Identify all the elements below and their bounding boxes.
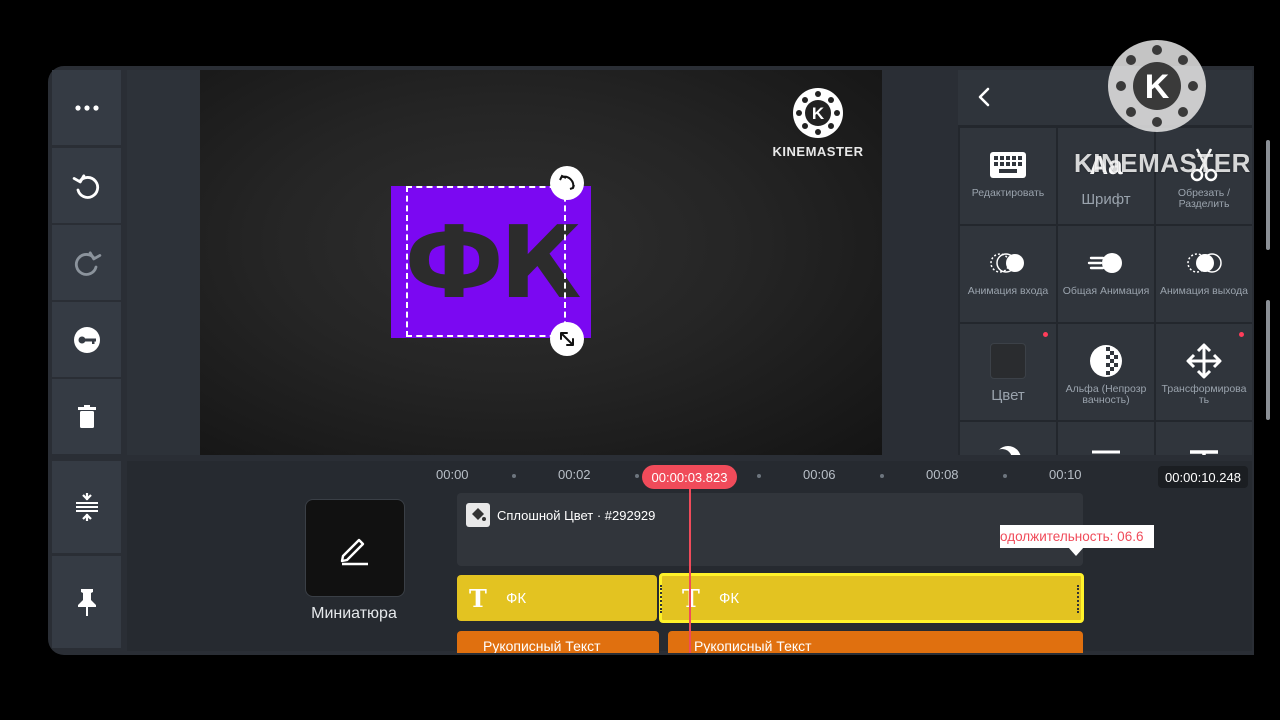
trim-split-label: Обрезать / Разделить xyxy=(1177,187,1231,210)
ruler-dot xyxy=(512,474,516,478)
keyboard-icon xyxy=(990,152,1026,178)
out-animation-icon xyxy=(1187,253,1222,273)
delete-button[interactable] xyxy=(52,379,121,454)
transform-option-label: Трансформирова ть xyxy=(1161,383,1247,406)
tooltip-tail xyxy=(1068,547,1084,556)
out-animation-label: Анимация выхода xyxy=(1159,285,1249,297)
solid-color-label: Сплошной Цвет · #292929 xyxy=(497,508,656,523)
ruler-dot xyxy=(880,474,884,478)
in-animation-label: Анимация входа xyxy=(967,285,1049,297)
overall-animation-option[interactable]: Общая Анимация xyxy=(1058,226,1154,322)
selection-box[interactable] xyxy=(406,186,566,337)
pencil-icon xyxy=(340,538,368,566)
clip-trim-handle-right[interactable] xyxy=(1077,585,1083,613)
edit-option-label: Редактировать xyxy=(971,187,1045,199)
rotate-icon xyxy=(559,174,575,190)
pin-icon xyxy=(77,589,96,616)
text-clip[interactable]: T ФК xyxy=(457,575,657,621)
keyframe-button[interactable] xyxy=(52,302,121,377)
watermark-logo-icon: K xyxy=(1108,40,1206,132)
expand-vertical-icon xyxy=(75,493,98,521)
chevron-left-icon xyxy=(978,87,990,107)
edit-option[interactable]: Редактировать xyxy=(960,128,1056,224)
scrollbar[interactable] xyxy=(1266,300,1270,420)
ruler-tick-label: 00:10 xyxy=(1049,467,1082,482)
panel-header xyxy=(958,70,1252,125)
overall-animation-label: Общая Анимация xyxy=(1062,285,1150,297)
text-format-icon xyxy=(1190,450,1218,455)
trash-icon xyxy=(77,404,96,428)
key-icon xyxy=(73,326,100,353)
text-clip-icon: T xyxy=(469,583,487,613)
transform-indicator-dot xyxy=(1239,332,1244,337)
color-option[interactable]: Цвет xyxy=(960,324,1056,420)
logo-letter: K xyxy=(812,104,825,123)
panel-option-row4-3[interactable] xyxy=(1156,422,1252,455)
watermark-letter: K xyxy=(1145,68,1170,106)
watermark-text: KINEMASTER xyxy=(1074,148,1251,178)
scrollbar[interactable] xyxy=(1266,140,1270,250)
transform-option[interactable]: Трансформирова ть xyxy=(1156,324,1252,420)
redo-icon xyxy=(74,250,101,276)
ruler-dot xyxy=(635,474,639,478)
resize-handle[interactable] xyxy=(550,322,584,356)
playhead-line[interactable] xyxy=(689,488,691,653)
watermark-small-text: KINEMASTER xyxy=(772,144,864,159)
total-duration: 00:00:10.248 xyxy=(1158,466,1248,488)
clip-trim-handle-left[interactable] xyxy=(660,585,666,613)
shadow-icon xyxy=(993,446,1021,455)
paint-bucket-icon xyxy=(466,503,490,527)
thumbnail-button[interactable] xyxy=(305,499,405,597)
align-icon xyxy=(1092,450,1120,454)
ruler-tick-label: 00:06 xyxy=(803,467,836,482)
text-clip-icon: T xyxy=(682,584,714,613)
color-swatch-icon xyxy=(990,343,1026,379)
more-icon xyxy=(74,104,99,111)
alpha-icon xyxy=(1090,345,1122,377)
ruler-tick-label: 00:08 xyxy=(926,467,959,482)
out-animation-option[interactable]: Анимация выхода xyxy=(1156,226,1252,322)
timeline-layout-button[interactable] xyxy=(52,461,121,553)
undo-icon xyxy=(72,173,99,199)
ruler-tick-label: 00:00 xyxy=(436,467,469,482)
solid-color-track[interactable] xyxy=(457,493,1083,566)
pin-button[interactable] xyxy=(52,556,121,648)
kinemaster-logo-icon: K xyxy=(793,88,843,138)
in-animation-icon xyxy=(990,253,1024,273)
handwriting-clip[interactable]: Рукописный Текст xyxy=(668,631,1083,653)
thumbnail-label: Миниатюра xyxy=(311,605,397,622)
text-clip-label: ФК xyxy=(506,589,527,607)
ruler-tick-label: 00:02 xyxy=(558,467,591,482)
ruler-dot xyxy=(1003,474,1007,478)
overall-animation-icon xyxy=(1087,253,1122,273)
panel-option-row4-2[interactable] xyxy=(1058,422,1154,455)
watermark-small: K KINEMASTER xyxy=(768,88,868,159)
handwriting-clip[interactable]: Рукописный Текст xyxy=(457,631,659,653)
more-options-button[interactable] xyxy=(52,70,121,145)
text-clip-selected[interactable]: T ФК xyxy=(659,573,1084,623)
resize-icon xyxy=(560,332,574,346)
duration-tooltip: одолжительность: 06.6 xyxy=(1000,525,1154,548)
color-indicator-dot xyxy=(1043,332,1048,337)
alpha-option[interactable]: Альфа (Непрозр вачность) xyxy=(1058,324,1154,420)
ruler-dot xyxy=(757,474,761,478)
redo-button[interactable] xyxy=(52,225,121,300)
color-option-label: Цвет xyxy=(991,387,1025,404)
transform-icon xyxy=(1186,343,1222,379)
font-option-label: Шрифт xyxy=(1081,191,1131,208)
rotate-handle[interactable] xyxy=(550,166,584,200)
text-clip-label: ФК xyxy=(719,589,740,607)
playhead-time[interactable]: 00:00:03.823 xyxy=(642,465,737,489)
in-animation-option[interactable]: Анимация входа xyxy=(960,226,1056,322)
panel-option-row4-1[interactable] xyxy=(960,422,1056,455)
text-options-panel: Редактировать Aa Шрифт Обрезать / Раздел… xyxy=(958,70,1252,455)
back-button[interactable] xyxy=(970,82,1000,112)
undo-button[interactable] xyxy=(52,148,121,223)
alpha-option-label: Альфа (Непрозр вачность) xyxy=(1065,383,1147,406)
